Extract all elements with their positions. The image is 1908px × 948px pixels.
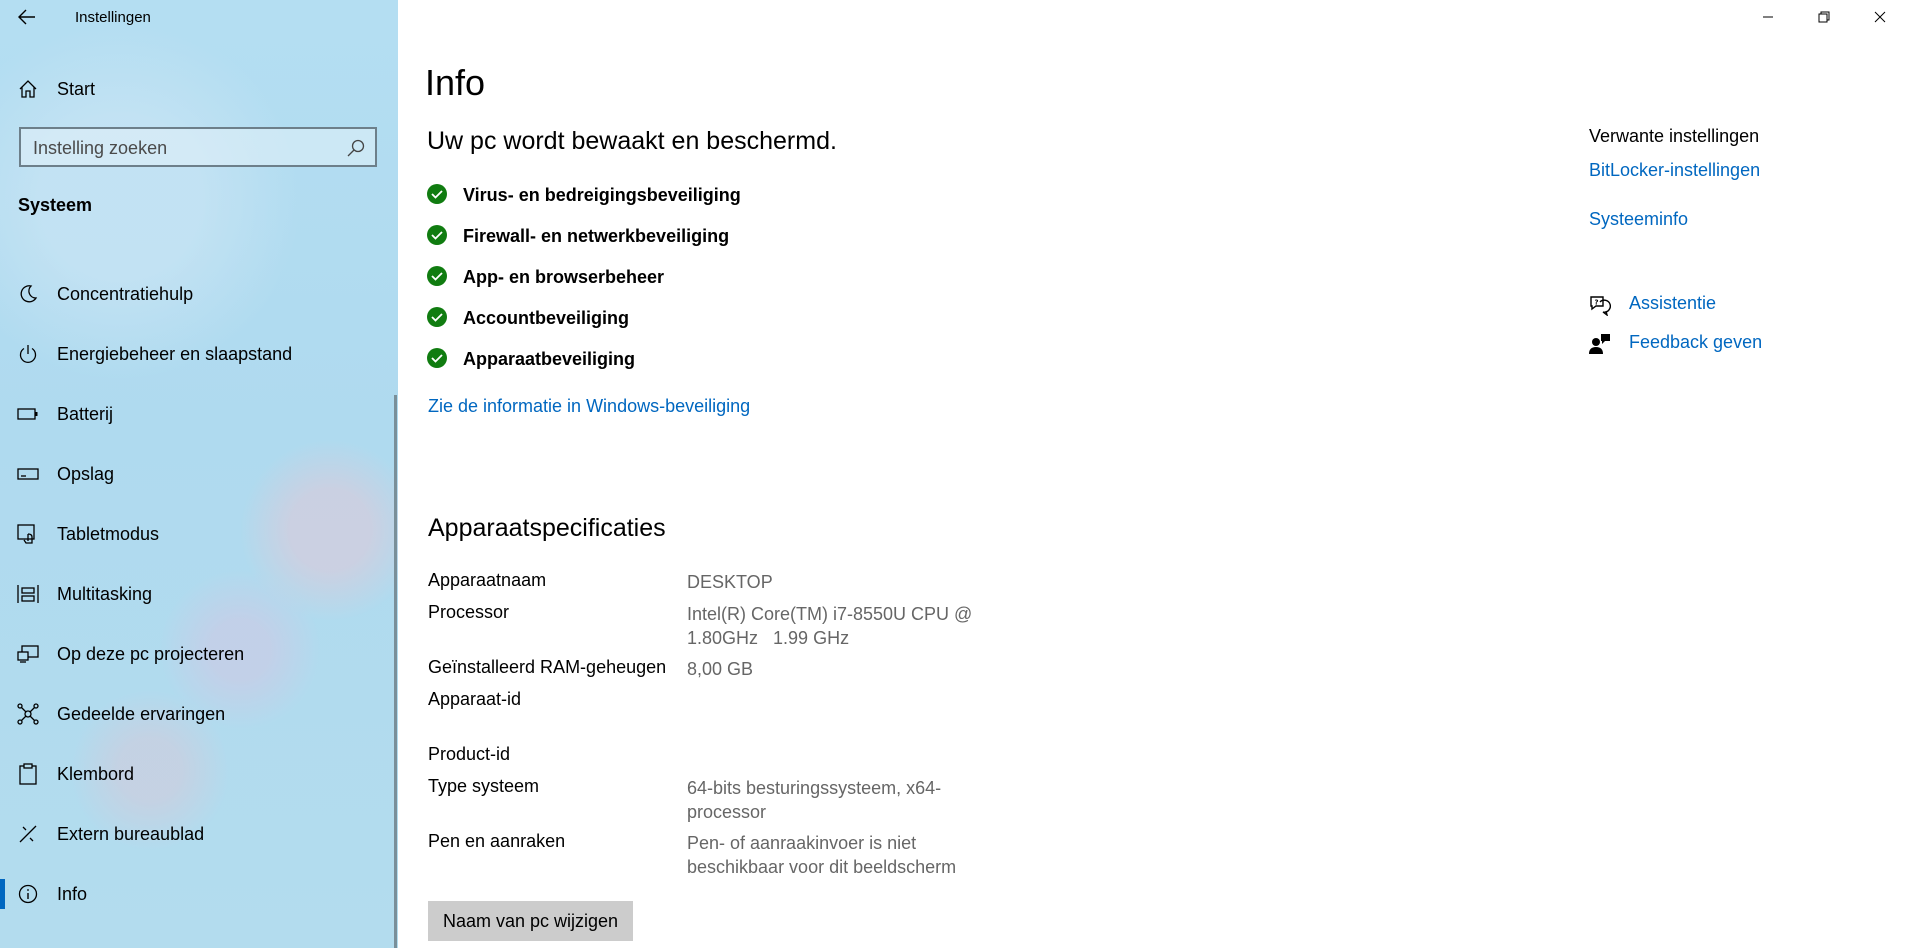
- close-icon: [1874, 11, 1886, 23]
- security-status-heading: Uw pc wordt bewaakt en beschermd.: [427, 127, 837, 155]
- related-settings-title: Verwante instellingen: [1589, 126, 1760, 146]
- sidebar-item-tabletmodus[interactable]: Tabletmodus: [0, 512, 394, 556]
- help-link[interactable]: Assistentie: [1629, 293, 1716, 314]
- sidebar-item-label: Energiebeheer en slaapstand: [57, 344, 293, 364]
- project-icon: [17, 643, 39, 665]
- sidebar-item-gedeelde-ervaringen[interactable]: Gedeelde ervaringen: [0, 692, 394, 736]
- home-icon: [17, 78, 39, 100]
- specs-title: Apparaatspecificaties: [428, 514, 666, 542]
- window-controls: [1740, 0, 1908, 34]
- power-icon: [17, 343, 39, 365]
- spec-value: Intel(R) Core(TM) i7-8550U CPU @ 1.80GHz…: [687, 604, 978, 648]
- spec-key: Pen en aanraken: [428, 831, 566, 851]
- sidebar-item-label: Opslag: [57, 464, 115, 484]
- restore-button[interactable]: [1796, 0, 1852, 34]
- remote-desktop-icon: [17, 823, 39, 845]
- multitasking-icon: [17, 583, 39, 605]
- back-arrow-icon: [18, 9, 35, 25]
- sidebar-item-energiebeheer[interactable]: Energiebeheer en slaapstand: [0, 332, 394, 376]
- security-item: Firewall- en netwerkbeveiliging: [427, 225, 927, 251]
- sidebar-item-label: Multitasking: [57, 584, 153, 604]
- spec-key: Processor: [428, 602, 510, 622]
- sidebar-item-concentratiehulp[interactable]: Concentratiehulp: [0, 272, 394, 316]
- security-item-label: Firewall- en netwerkbeveiliging: [463, 226, 730, 246]
- restore-icon: [1818, 11, 1830, 23]
- app-title: Instellingen: [75, 9, 151, 26]
- info-icon: [17, 883, 39, 905]
- spec-key: Geïnstalleerd RAM-geheugen: [428, 657, 667, 677]
- sidebar-item-extern-bureaublad[interactable]: Extern bureaublad: [0, 812, 394, 856]
- spec-key: Apparaat-id: [428, 689, 522, 709]
- storage-icon: [17, 463, 39, 485]
- sidebar-item-label: Concentratiehulp: [57, 284, 194, 304]
- check-circle-icon: [427, 307, 447, 327]
- spec-value: 8,00 GB: [687, 659, 754, 679]
- security-item: Accountbeveiliging: [427, 307, 927, 333]
- security-item: Apparaatbeveiliging: [427, 348, 927, 374]
- sidebar-item-multitasking[interactable]: Multitasking: [0, 572, 394, 616]
- sidebar-item-label: Gedeelde ervaringen: [57, 704, 226, 724]
- close-button[interactable]: [1852, 0, 1908, 34]
- sidebar-item-opslag[interactable]: Opslag: [0, 452, 394, 496]
- security-item: App- en browserbeheer: [427, 266, 927, 292]
- search-input[interactable]: [33, 136, 333, 160]
- help-item-assistentie[interactable]: ? Assistentie: [1589, 292, 1839, 318]
- windows-security-link[interactable]: Zie de informatie in Windows-beveiliging: [428, 396, 750, 417]
- sidebar-item-label: Tabletmodus: [57, 524, 160, 544]
- help-chat-icon: ?: [1590, 296, 1611, 316]
- system-info-link[interactable]: Systeeminfo: [1589, 209, 1688, 230]
- sidebar-item-label: Start: [57, 79, 96, 99]
- sidebar: Instellingen Start Systeem Concentratieh…: [0, 0, 398, 948]
- check-circle-icon: [427, 348, 447, 368]
- section-title: Systeem: [18, 195, 93, 215]
- sidebar-scrollbar[interactable]: [394, 395, 397, 948]
- moon-icon: [17, 283, 39, 305]
- search-icon[interactable]: [346, 138, 366, 158]
- spec-value: 64-bits besturingssysteem, x64-processor: [687, 778, 942, 822]
- page-title: Info: [425, 62, 486, 103]
- help-item-feedback[interactable]: Feedback geven: [1589, 331, 1839, 357]
- spec-value: Pen- of aanraakinvoer is niet beschikbaa…: [687, 833, 957, 877]
- sidebar-item-label: Info: [57, 884, 88, 904]
- feedback-link[interactable]: Feedback geven: [1629, 332, 1762, 353]
- search-box[interactable]: [19, 127, 377, 167]
- feedback-icon: [1589, 334, 1610, 354]
- security-item-label: Apparaatbeveiliging: [463, 349, 636, 369]
- sidebar-item-projecteren[interactable]: Op deze pc projecteren: [0, 632, 394, 676]
- spec-key: Product-id: [428, 744, 511, 764]
- sidebar-item-label: Op deze pc projecteren: [57, 644, 245, 664]
- security-item-label: Accountbeveiliging: [463, 308, 630, 328]
- sidebar-item-label: Klembord: [57, 764, 135, 784]
- security-item-label: Virus- en bedreigingsbeveiliging: [463, 185, 741, 205]
- sidebar-item-klembord[interactable]: Klembord: [0, 752, 394, 796]
- sidebar-item-start[interactable]: Start: [0, 70, 398, 108]
- shared-experiences-icon: [17, 703, 39, 725]
- back-button[interactable]: [14, 4, 40, 30]
- tablet-mode-icon: [17, 523, 39, 545]
- title-bar: Instellingen: [0, 0, 398, 34]
- battery-icon: [17, 403, 39, 425]
- spec-key: Apparaatnaam: [428, 570, 547, 590]
- rename-pc-button[interactable]: Naam van pc wijzigen: [428, 901, 633, 941]
- check-circle-icon: [427, 184, 447, 204]
- sidebar-item-batterij[interactable]: Batterij: [0, 392, 394, 436]
- bitlocker-settings-link[interactable]: BitLocker-instellingen: [1589, 160, 1760, 181]
- clipboard-icon: [17, 763, 39, 785]
- svg-text:?: ?: [1595, 299, 1599, 307]
- sidebar-item-info[interactable]: Info: [0, 872, 394, 916]
- security-item: Virus- en bedreigingsbeveiliging: [427, 184, 927, 210]
- sidebar-item-label: Batterij: [57, 404, 114, 424]
- check-circle-icon: [427, 225, 447, 245]
- spec-value: DESKTOP: [687, 572, 773, 592]
- sidebar-item-label: Extern bureaublad: [57, 824, 205, 844]
- minimize-icon: [1763, 16, 1773, 18]
- check-circle-icon: [427, 266, 447, 286]
- spec-key: Type systeem: [428, 776, 540, 796]
- minimize-button[interactable]: [1740, 0, 1796, 34]
- security-item-label: App- en browserbeheer: [463, 267, 665, 287]
